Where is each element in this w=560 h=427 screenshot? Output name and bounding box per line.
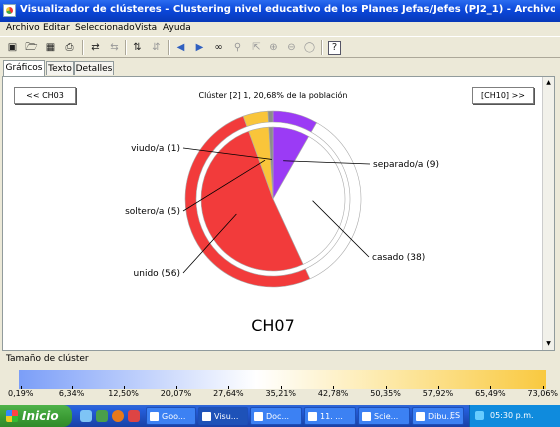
ie-icon[interactable] — [80, 410, 92, 422]
firefox-icon[interactable] — [112, 410, 124, 422]
title-bar: Visualizador de clústeres - Clustering n… — [0, 0, 560, 22]
swap-icon[interactable]: ⇄ — [88, 40, 103, 55]
quicklaunch-icon[interactable] — [128, 410, 140, 422]
open-icon[interactable]: 🗁 — [24, 40, 39, 55]
pie-slice-label: casado (38) — [372, 253, 425, 263]
app-icon — [3, 4, 16, 17]
menu-bar: Archivo Editar Seleccionado Vista Ayuda — [0, 22, 560, 36]
cluster-size-gradient — [19, 370, 546, 389]
toolbar: ▣ 🗁 ▦ ⎙ ⇄ ⇆ ⇅ ⇵ ◀ ▶ ∞ ⚲ ⇱ ⊕ ⊖ ◯ ? — [0, 36, 560, 58]
menu-ayuda[interactable]: Ayuda — [163, 23, 191, 33]
new-icon[interactable]: ▣ — [5, 40, 20, 55]
chart-title: CH07 — [251, 316, 295, 335]
document-icon — [308, 412, 317, 421]
sort-icon[interactable]: ⇅ — [130, 40, 145, 55]
pie-outer-segment — [267, 110, 274, 123]
size-tick-label: 35,21% — [265, 386, 297, 398]
window-title: Visualizador de clústeres - Clustering n… — [20, 4, 555, 15]
start-label: Inicio — [22, 409, 59, 423]
menu-editar[interactable]: Editar — [43, 23, 70, 33]
taskbar-item[interactable]: 11. ... — [304, 407, 356, 425]
taskbar-item[interactable]: Visu... — [198, 407, 248, 425]
tab-strip: Gráficos Texto Detalles — [0, 60, 560, 76]
tab-graficos[interactable]: Gráficos — [3, 60, 45, 76]
size-tick-label: 6,34% — [58, 386, 85, 398]
scroll-down-icon[interactable]: ▼ — [544, 339, 553, 349]
select-icon[interactable]: ⇱ — [249, 40, 264, 55]
swap-alt-icon[interactable]: ⇆ — [107, 40, 122, 55]
document-icon — [254, 412, 263, 421]
browser-icon — [150, 412, 159, 421]
window-icon — [202, 412, 211, 421]
size-tick-label: 0,19% — [8, 386, 34, 398]
zoom-in-icon[interactable]: ⊕ — [266, 40, 281, 55]
size-tick-label: 42,78% — [317, 386, 349, 398]
system-tray: ES 05:30 p.m. — [450, 405, 560, 427]
size-tick-label: 20,07% — [160, 386, 192, 398]
pie-chart: separado/a (9) casado (38) unido (56) solte… — [125, 110, 439, 335]
zoom-fit-icon[interactable]: ◯ — [302, 40, 317, 55]
clock: 05:30 p.m. — [490, 411, 534, 420]
size-tick-label: 73,06% — [527, 386, 559, 398]
help-icon[interactable]: ? — [328, 41, 341, 55]
sort-alt-icon[interactable]: ⇵ — [149, 40, 164, 55]
taskbar-item[interactable]: Doc... — [250, 407, 302, 425]
cluster-size-ticks: 0,19% 6,34% 12,50% 20,07% 27,64% 35,21% 42,78%… — [8, 386, 560, 401]
toolbar-separator — [168, 40, 170, 55]
cluster-size-label: Tamaño de clúster — [6, 354, 89, 364]
size-tick-label: 57,92% — [422, 386, 454, 398]
size-tick-label: 65,49% — [475, 386, 506, 398]
tray-icon[interactable] — [475, 411, 484, 420]
document-icon — [362, 412, 371, 421]
chart-panel: << CH03 Clúster [2] 1, 20,68% de la pobl… — [2, 76, 555, 351]
pie-slice-label: separado/a (9) — [373, 160, 439, 170]
desktop-icon[interactable] — [96, 410, 108, 422]
arrow-left-icon[interactable]: ◀ — [173, 40, 188, 55]
save-icon[interactable]: ▦ — [43, 40, 58, 55]
toolbar-separator — [321, 40, 323, 55]
tab-detalles[interactable]: Detalles — [74, 61, 114, 75]
size-tick-label: 50,35% — [370, 386, 401, 398]
pie-slice-label: unido (56) — [134, 269, 180, 279]
pie-slice-label: viudo/a (1) — [131, 144, 180, 154]
toolbar-separator — [82, 40, 84, 55]
zoom-out-icon[interactable]: ⊖ — [284, 40, 299, 55]
binoculars-icon[interactable]: ∞ — [211, 40, 226, 55]
tab-texto[interactable]: Texto — [46, 61, 74, 75]
windows-flag-icon — [6, 410, 18, 422]
toolbar-separator — [125, 40, 127, 55]
paint-icon — [416, 412, 425, 421]
menu-seleccionado[interactable]: Seleccionado — [75, 23, 135, 33]
vertical-scrollbar[interactable]: ▲ ▼ — [542, 77, 554, 350]
pie-slice-label: soltero/a (5) — [125, 207, 180, 217]
arrow-right-icon[interactable]: ▶ — [192, 40, 207, 55]
taskbar-item[interactable]: Scie... — [358, 407, 410, 425]
scroll-up-icon[interactable]: ▲ — [544, 78, 553, 88]
language-indicator[interactable]: ES — [450, 405, 460, 427]
menu-archivo[interactable]: Archivo — [6, 23, 40, 33]
size-tick-label: 27,64% — [213, 386, 244, 398]
start-button[interactable]: Inicio — [0, 405, 72, 427]
taskbar: Inicio Goo... Visu... Doc... 11. ... Sci… — [0, 405, 560, 427]
taskbar-item[interactable]: Goo... — [146, 407, 196, 425]
size-tick-label: 12,50% — [108, 386, 139, 398]
pie-outer-segment — [242, 110, 269, 127]
menu-vista[interactable]: Vista — [135, 23, 157, 33]
print-icon[interactable]: ⎙ — [62, 40, 77, 55]
find-icon[interactable]: ⚲ — [230, 40, 245, 55]
